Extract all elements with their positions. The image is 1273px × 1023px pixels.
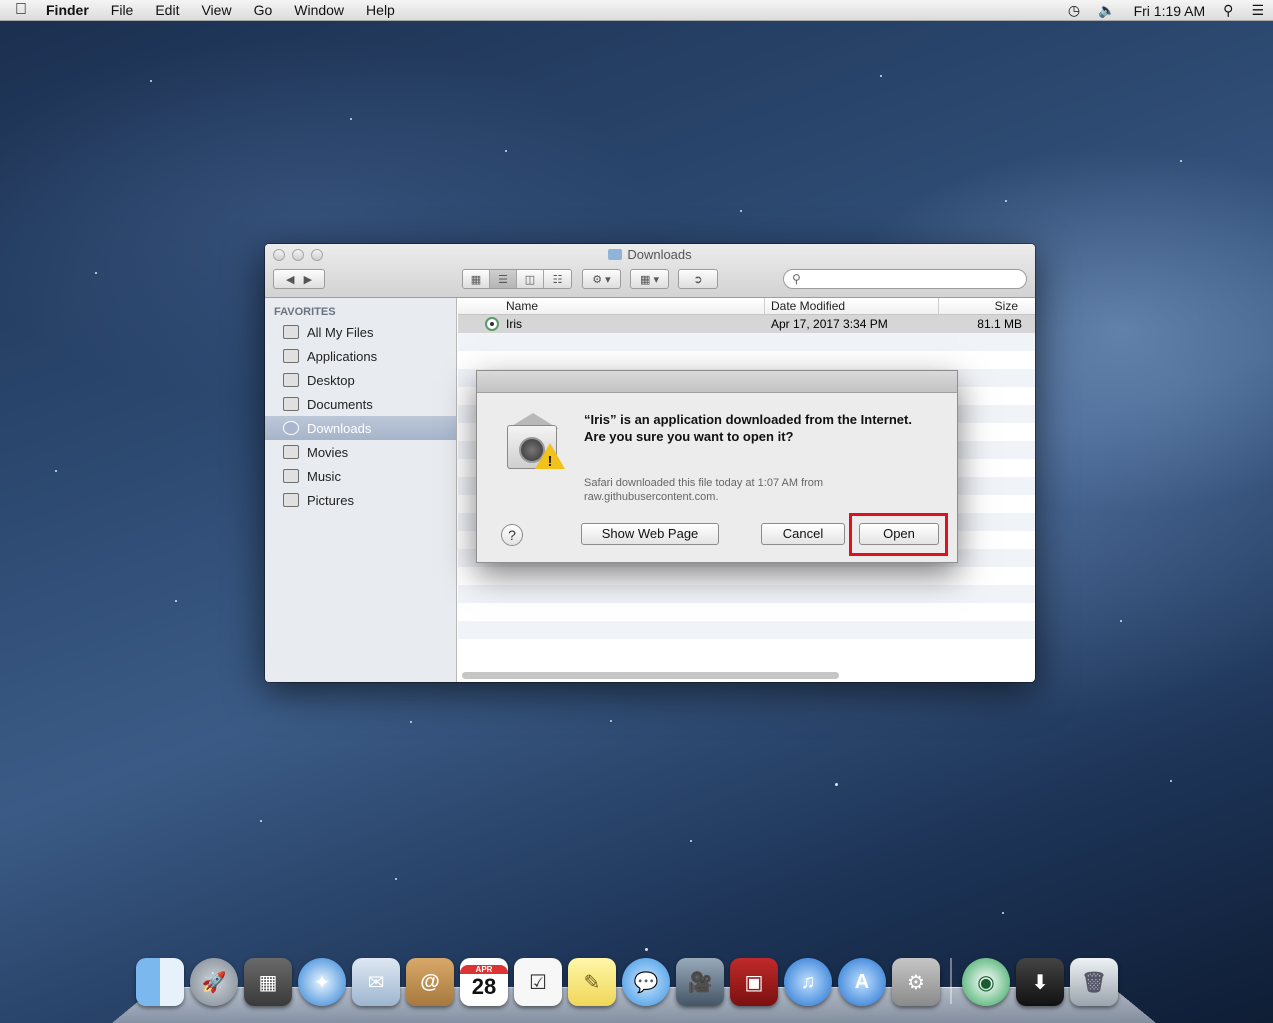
column-view-icon[interactable]: ◫ <box>517 270 544 288</box>
horizontal-scrollbar[interactable] <box>462 672 839 679</box>
view-mode-segment[interactable]: ▦ ☰ ◫ ☷ <box>462 269 572 289</box>
dock: 🚀 ▦ ✦ ✉ @ APR 28 ☑ ✎ 💬 🎥 ▣ ♫ A ⚙ ◉ ⬇ 🗑 <box>136 958 1136 1014</box>
calendar-month: APR <box>460 964 508 974</box>
dialog-message: “Iris” is an application downloaded from… <box>584 412 912 444</box>
sidebar-item-pictures[interactable]: Pictures <box>265 488 456 512</box>
app-icon <box>485 317 499 331</box>
music-icon <box>283 469 299 483</box>
cancel-button[interactable]: Cancel <box>761 523 845 545</box>
menu-finder[interactable]: Finder <box>42 0 100 21</box>
finder-dock-icon[interactable] <box>136 958 184 1006</box>
arrange-icon[interactable]: ▦ ▾ <box>630 269 669 289</box>
show-web-page-button[interactable]: Show Web Page <box>581 523 719 545</box>
menu-window[interactable]: Window <box>283 0 355 21</box>
dialog-detail: Safari downloaded this file today at 1:0… <box>584 477 824 503</box>
dock-separator <box>950 958 952 1004</box>
sidebar-item-music[interactable]: Music <box>265 464 456 488</box>
gatekeeper-warning-icon: ! <box>505 413 565 471</box>
safari-dock-icon[interactable]: ✦ <box>298 958 346 1006</box>
reminders-dock-icon[interactable]: ☑ <box>514 958 562 1006</box>
share-icon[interactable]: ➲ <box>678 269 718 289</box>
menubar-clock[interactable]: Fri 1:19 AM <box>1125 3 1215 19</box>
file-name: Iris <box>506 317 522 331</box>
downloads-stack-dock-icon[interactable]: ⬇ <box>1016 958 1064 1006</box>
sidebar-item-all-my-files[interactable]: All My Files <box>265 320 456 344</box>
all-files-icon <box>283 325 299 339</box>
sidebar-heading: FAVORITES <box>274 306 336 318</box>
search-input[interactable]: ⚲ <box>783 269 1027 289</box>
table-row[interactable]: Iris Apr 17, 2017 3:34 PM 81.1 MB <box>458 315 1035 333</box>
column-headers: Name Date Modified Size <box>458 298 1035 315</box>
sidebar-item-documents[interactable]: Documents <box>265 392 456 416</box>
trash-dock-icon[interactable]: 🗑 <box>1070 958 1118 1006</box>
calendar-day: 28 <box>471 973 497 999</box>
desktop-icon <box>283 373 299 387</box>
facetime-dock-icon[interactable]: 🎥 <box>676 958 724 1006</box>
icon-view-icon[interactable]: ▦ <box>463 270 490 288</box>
open-button-highlight <box>849 513 948 556</box>
column-size[interactable]: Size <box>939 298 1034 314</box>
coverflow-view-icon[interactable]: ☷ <box>544 270 571 288</box>
notification-list-icon[interactable]: ☰ <box>1242 2 1273 19</box>
help-button[interactable]: ? <box>501 524 523 546</box>
file-date: Apr 17, 2017 3:34 PM <box>771 317 888 331</box>
menu-go[interactable]: Go <box>243 0 284 21</box>
applications-icon <box>283 349 299 363</box>
menu-edit[interactable]: Edit <box>144 0 190 21</box>
back-arrow-icon[interactable]: ◀ <box>286 273 294 286</box>
forward-arrow-icon[interactable]: ▶ <box>304 273 312 286</box>
app-store-dock-icon[interactable]: A <box>838 958 886 1006</box>
spotlight-icon[interactable]: ⚲ <box>1214 2 1242 19</box>
menu-view[interactable]: View <box>190 0 242 21</box>
pictures-icon <box>283 493 299 507</box>
iris-dock-icon[interactable]: ◉ <box>962 958 1010 1006</box>
itunes-dock-icon[interactable]: ♫ <box>784 958 832 1006</box>
column-date-modified[interactable]: Date Modified <box>765 298 939 314</box>
apple-menu-icon[interactable]:  <box>0 1 42 19</box>
messages-dock-icon[interactable]: 💬 <box>622 958 670 1006</box>
dialog-titlebar <box>477 371 957 393</box>
sidebar-item-applications[interactable]: Applications <box>265 344 456 368</box>
photo-booth-dock-icon[interactable]: ▣ <box>730 958 778 1006</box>
notes-dock-icon[interactable]: ✎ <box>568 958 616 1006</box>
sidebar-item-downloads[interactable]: Downloads <box>265 416 456 440</box>
menu-bar:  Finder File Edit View Go Window Help ◷… <box>0 0 1273 21</box>
search-icon: ⚲ <box>792 272 801 286</box>
contacts-dock-icon[interactable]: @ <box>406 958 454 1006</box>
sidebar-item-movies[interactable]: Movies <box>265 440 456 464</box>
menu-file[interactable]: File <box>100 0 145 21</box>
movies-icon <box>283 445 299 459</box>
sidebar-item-desktop[interactable]: Desktop <box>265 368 456 392</box>
mail-dock-icon[interactable]: ✉ <box>352 958 400 1006</box>
calendar-dock-icon[interactable]: APR 28 <box>460 958 508 1006</box>
launchpad-dock-icon[interactable]: 🚀 <box>190 958 238 1006</box>
system-preferences-dock-icon[interactable]: ⚙ <box>892 958 940 1006</box>
window-title: Downloads <box>265 247 1035 262</box>
action-gear-icon[interactable]: ⚙ ▾ <box>582 269 621 289</box>
downloads-icon <box>283 421 299 435</box>
time-machine-icon[interactable]: ◷ <box>1059 2 1089 19</box>
finder-sidebar: FAVORITES All My Files Applications Desk… <box>265 298 457 682</box>
folder-icon <box>608 249 623 260</box>
list-view-icon[interactable]: ☰ <box>490 270 517 288</box>
column-name[interactable]: Name <box>458 298 765 314</box>
volume-icon[interactable]: 🔈 <box>1089 2 1124 19</box>
documents-icon <box>283 397 299 411</box>
menu-help[interactable]: Help <box>355 0 406 21</box>
photo-browser-dock-icon[interactable]: ▦ <box>244 958 292 1006</box>
back-forward-buttons[interactable]: ◀ ▶ <box>273 269 325 289</box>
finder-titlebar: Downloads ◀ ▶ ▦ ☰ ◫ ☷ ⚙ ▾ ▦ ▾ ➲ ⚲ <box>265 244 1035 298</box>
file-size: 81.1 MB <box>977 317 1022 331</box>
